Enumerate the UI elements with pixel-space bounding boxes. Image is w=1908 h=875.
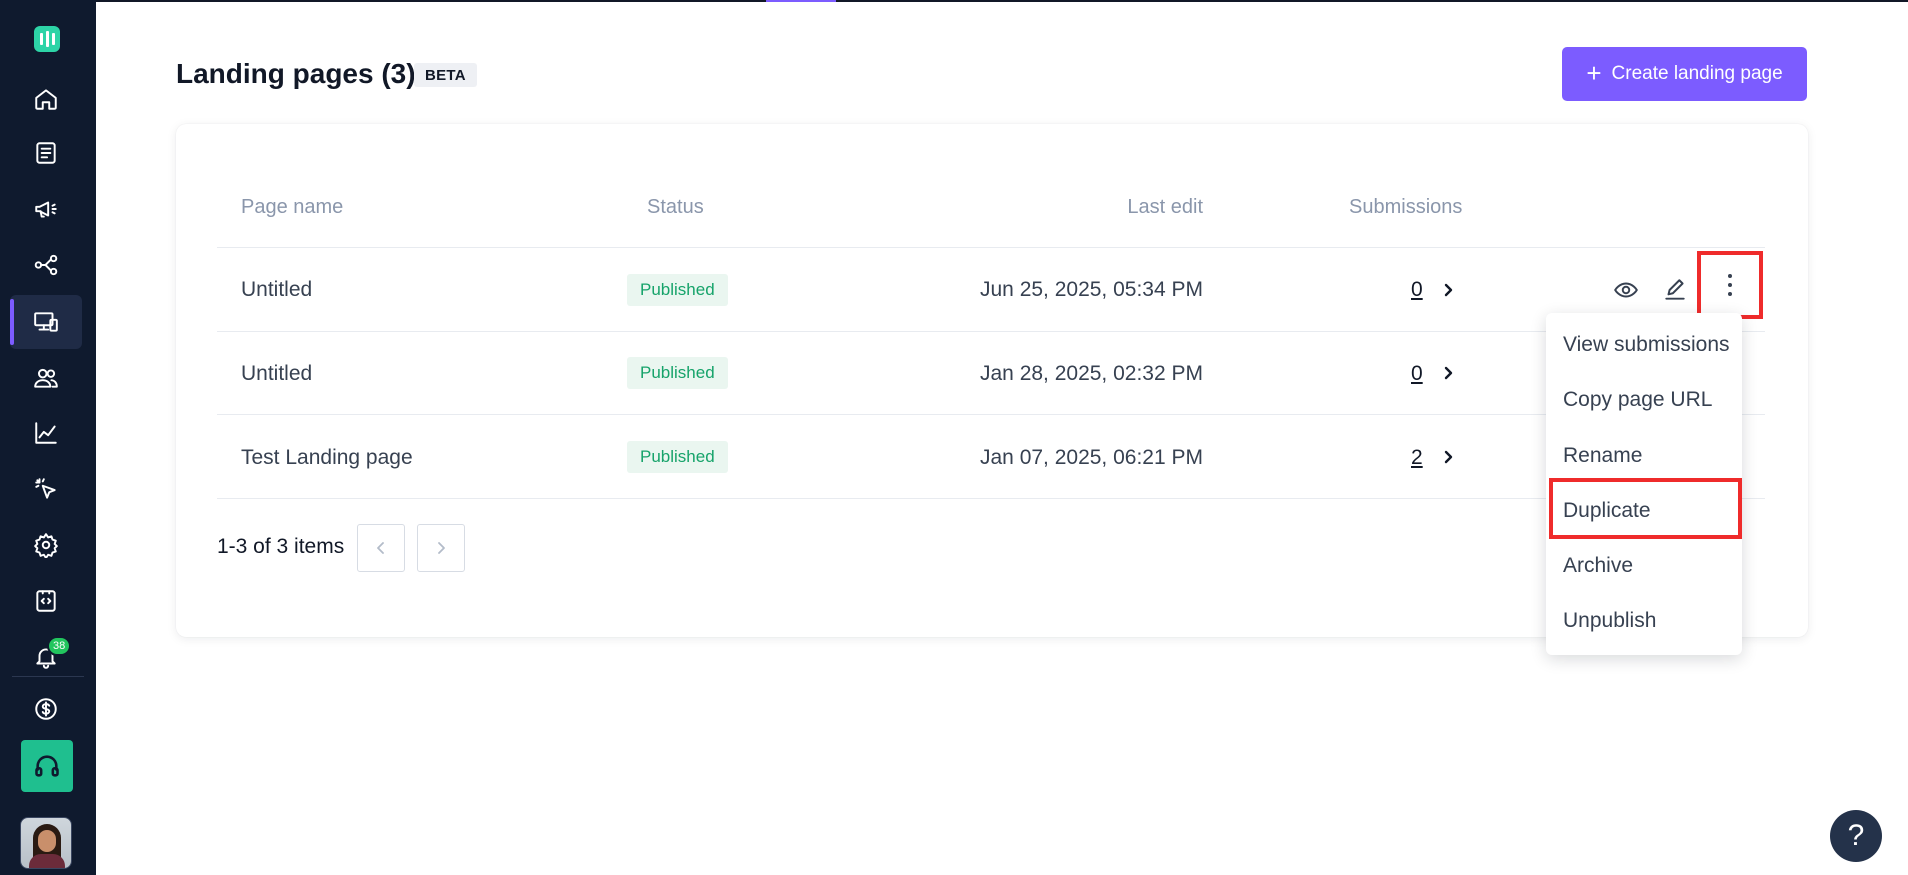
sidebar-item-integrations[interactable] <box>10 574 82 628</box>
sidebar-item-analytics[interactable] <box>10 406 82 460</box>
sidebar: 38 <box>0 0 96 875</box>
top-progress-line <box>96 0 1908 2</box>
headset-icon <box>35 755 59 777</box>
gear-icon <box>34 533 58 558</box>
menu-item-view-submissions[interactable]: View submissions <box>1563 333 1730 357</box>
table-divider <box>217 331 1765 332</box>
menu-item-archive[interactable]: Archive <box>1563 554 1633 578</box>
row-submissions-link[interactable]: 2 <box>1411 446 1423 470</box>
row-last-edit: Jan 28, 2025, 02:32 PM <box>980 362 1203 385</box>
chevron-right-icon[interactable] <box>1442 450 1456 464</box>
row-last-edit: Jan 07, 2025, 06:21 PM <box>980 446 1203 469</box>
home-icon <box>35 89 57 110</box>
chevron-right-icon <box>438 542 445 554</box>
menu-item-unpublish[interactable]: Unpublish <box>1563 609 1656 633</box>
status-badge: Published <box>627 274 728 306</box>
sidebar-divider <box>12 676 84 677</box>
create-landing-page-label: Create landing page <box>1611 63 1783 84</box>
help-button[interactable]: ? <box>1830 810 1882 862</box>
sidebar-item-flows[interactable] <box>10 238 82 292</box>
sidebar-item-audience[interactable] <box>10 351 82 405</box>
support-button[interactable] <box>21 740 73 792</box>
row-page-name[interactable]: Untitled <box>241 362 312 386</box>
cursor-click-icon <box>35 478 56 499</box>
sidebar-item-billing[interactable] <box>10 682 82 736</box>
megaphone-icon <box>35 201 57 218</box>
user-avatar[interactable] <box>20 817 72 869</box>
users-icon <box>34 368 58 388</box>
app-logo-icon[interactable] <box>34 26 60 52</box>
row-submissions-link[interactable]: 0 <box>1411 362 1423 386</box>
plus-icon: + <box>1586 57 1602 88</box>
column-header-status[interactable]: Status <box>647 196 704 219</box>
chevron-right-icon[interactable] <box>1442 283 1456 297</box>
status-badge: Published <box>627 357 728 389</box>
row-submissions-link[interactable]: 0 <box>1411 278 1423 302</box>
code-icon <box>36 590 56 612</box>
sidebar-item-campaigns[interactable] <box>10 182 82 236</box>
pagination-prev-button[interactable] <box>357 524 405 572</box>
status-badge: Published <box>627 441 728 473</box>
menu-item-rename[interactable]: Rename <box>1563 444 1642 468</box>
dollar-icon <box>35 698 57 720</box>
notification-count-badge: 38 <box>47 636 72 656</box>
sidebar-item-tracking[interactable] <box>10 462 82 516</box>
document-icon <box>36 142 56 164</box>
sidebar-item-home[interactable] <box>10 72 82 126</box>
edit-pencil-icon[interactable] <box>1662 277 1688 303</box>
column-header-page-name[interactable]: Page name <box>241 196 343 219</box>
eye-icon[interactable] <box>1613 277 1639 303</box>
row-page-name[interactable]: Test Landing page <box>241 446 413 470</box>
chevron-left-icon <box>377 542 384 554</box>
column-header-last-edit[interactable]: Last edit <box>1127 196 1203 219</box>
row-page-name[interactable]: Untitled <box>241 278 312 302</box>
menu-item-copy-page-url[interactable]: Copy page URL <box>1563 388 1712 412</box>
sidebar-item-landing-pages[interactable] <box>10 295 82 349</box>
table-divider <box>217 414 1765 415</box>
kebab-menu-icon <box>1728 272 1732 299</box>
chart-line-icon <box>35 422 57 444</box>
create-landing-page-button[interactable]: + Create landing page <box>1562 47 1807 101</box>
devices-icon <box>34 312 58 332</box>
table-divider <box>217 247 1765 248</box>
sidebar-item-settings[interactable] <box>10 518 82 572</box>
chevron-right-icon[interactable] <box>1442 366 1456 380</box>
beta-badge: BETA <box>414 63 477 87</box>
pagination-next-button[interactable] <box>417 524 465 572</box>
page-title: Landing pages (3) <box>176 58 416 89</box>
more-options-button[interactable] <box>1697 251 1763 319</box>
sidebar-item-forms[interactable] <box>10 126 82 180</box>
column-header-submissions[interactable]: Submissions <box>1349 196 1462 219</box>
row-last-edit: Jun 25, 2025, 05:34 PM <box>980 278 1203 301</box>
table-divider <box>217 498 1765 499</box>
pagination-summary: 1-3 of 3 items <box>217 535 345 558</box>
workflow-icon <box>34 254 58 276</box>
duplicate-highlight-box <box>1549 478 1742 539</box>
